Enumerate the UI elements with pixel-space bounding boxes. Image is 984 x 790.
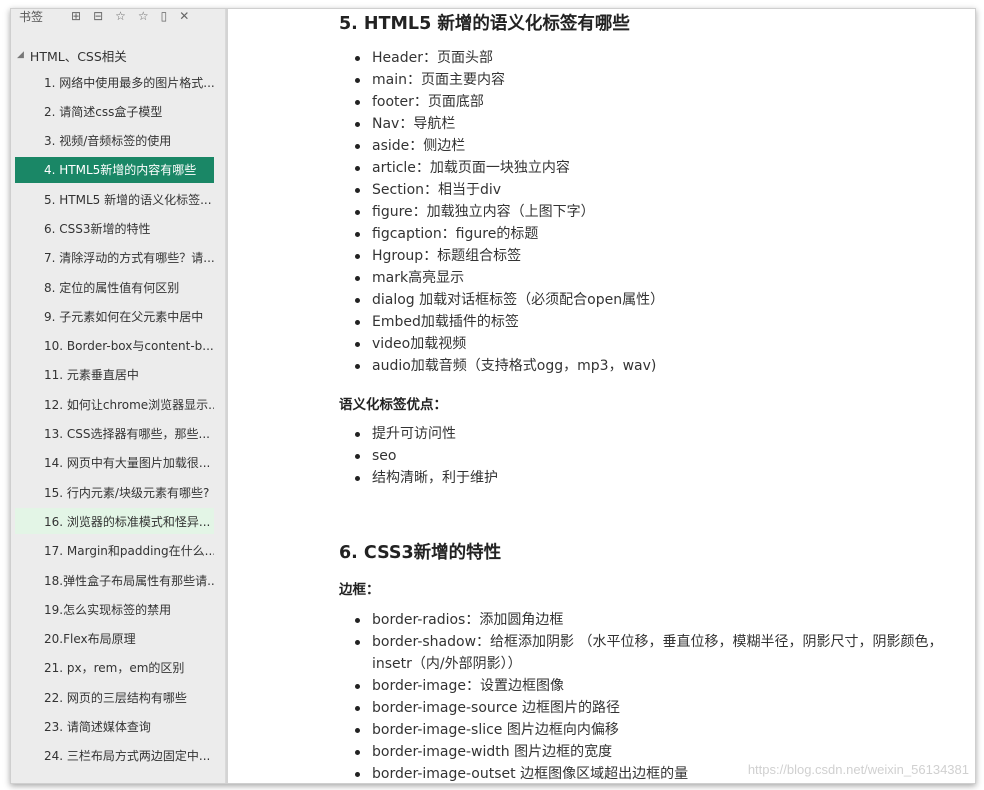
advantages-heading: 语义化标签优点： bbox=[339, 397, 447, 413]
list-item: mark高亮显示 bbox=[339, 267, 664, 289]
list-item: Header：页面头部 bbox=[339, 47, 664, 69]
sidebar-item[interactable]: 21. px，rem，em的区别 bbox=[15, 655, 214, 681]
sidebar-item[interactable]: 3. 视频/音频标签的使用 bbox=[15, 128, 214, 154]
list-item: border-shadow：给框添加阴影 （水平位移，垂直位移，模糊半径，阴影尺… bbox=[339, 631, 951, 675]
sidebar-item[interactable]: 16. 浏览器的标准模式和怪异... bbox=[15, 508, 214, 535]
sidebar-item[interactable]: 5. HTML5 新增的语义化标签... bbox=[15, 186, 214, 212]
expand-caret-icon[interactable]: ◢ bbox=[17, 50, 24, 60]
bookmark-icon[interactable]: ☆ bbox=[115, 10, 126, 22]
sidebar-title: 书签 bbox=[19, 9, 44, 24]
list-item: video加载视频 bbox=[339, 333, 664, 355]
section6-heading: 6. CSS3新增的特性 bbox=[339, 543, 502, 563]
list-item: dialog 加载对话框标签（必须配合open属性） bbox=[339, 289, 664, 311]
sidebar-item[interactable]: 9. 子元素如何在父元素中居中 bbox=[15, 303, 214, 329]
border-list: border-radios：添加圆角边框 border-shadow：给框添加阴影… bbox=[339, 609, 951, 783]
sidebar-item[interactable]: 13. CSS选择器有哪些，那些... bbox=[15, 421, 214, 447]
list-item: border-image-source 边框图片的路径 bbox=[339, 697, 951, 719]
sidebar-item[interactable]: 4. HTML5新增的内容有哪些 bbox=[15, 156, 214, 183]
border-heading: 边框： bbox=[339, 582, 380, 598]
list-item: Embed加载插件的标签 bbox=[339, 311, 664, 333]
list-item: Nav：导航栏 bbox=[339, 113, 664, 135]
sidebar-item[interactable]: 18.弹性盒子布局属性有那些请... bbox=[15, 567, 214, 593]
sidebar-toolbar: 书签 ⊞ ⊟ ☆ ☆ ▯ ✕ bbox=[11, 9, 226, 24]
document-content: 5. HTML5 新增的语义化标签有哪些 Header：页面头部 main：页面主… bbox=[228, 9, 975, 783]
list-item: main：页面主要内容 bbox=[339, 69, 664, 91]
sidebar-item[interactable]: 19.怎么实现标签的禁用 bbox=[15, 596, 214, 622]
sidebar-item[interactable]: 7. 清除浮动的方式有哪些？请... bbox=[15, 245, 214, 271]
bookmarks-sidebar: 书签 ⊞ ⊟ ☆ ☆ ▯ ✕ ◢ HTML、CSS相关 1. 网络中使用最多的图… bbox=[11, 9, 226, 783]
watermark: https://blog.csdn.net/weixin_56134381 bbox=[747, 762, 969, 777]
sidebar-item[interactable]: 20.Flex布局原理 bbox=[15, 626, 214, 652]
section5-heading: 5. HTML5 新增的语义化标签有哪些 bbox=[339, 14, 630, 34]
document-icon[interactable]: ▯ bbox=[161, 10, 168, 22]
list-item: aside：侧边栏 bbox=[339, 135, 664, 157]
section5-list: Header：页面头部 main：页面主要内容 footer：页面底部 Nav：导航栏… bbox=[339, 47, 664, 377]
sidebar-item[interactable]: 11. 元素垂直居中 bbox=[15, 362, 214, 388]
sidebar-item[interactable]: 1. 网络中使用最多的图片格式... bbox=[15, 69, 214, 95]
add-bookmark-icon[interactable]: ⊞ bbox=[71, 10, 81, 22]
app-window: 书签 ⊞ ⊟ ☆ ☆ ▯ ✕ ◢ HTML、CSS相关 1. 网络中使用最多的图… bbox=[10, 8, 976, 784]
sidebar-item[interactable]: 23. 请简述媒体查询 bbox=[15, 714, 214, 740]
bookmark-list: 1. 网络中使用最多的图片格式... 2. 请简述css盒子模型 3. 视频/音频标… bbox=[15, 69, 214, 772]
sidebar-item[interactable]: 10. Border-box与content-b... bbox=[15, 333, 214, 359]
list-item: 提升可访问性 bbox=[339, 423, 498, 445]
sidebar-item[interactable]: 24. 三栏布局方式两边固定中... bbox=[15, 743, 214, 769]
list-item: figure：加载独立内容（上图下字） bbox=[339, 201, 664, 223]
list-item: footer：页面底部 bbox=[339, 91, 664, 113]
sidebar-item[interactable]: 17. Margin和padding在什么... bbox=[15, 538, 214, 564]
sidebar-item[interactable]: 6. CSS3新增的特性 bbox=[15, 215, 214, 241]
list-item: Hgroup：标题组合标签 bbox=[339, 245, 664, 267]
list-item: border-image-slice 图片边框向内偏移 bbox=[339, 719, 951, 741]
list-item: audio加载音频（支持格式ogg，mp3，wav) bbox=[339, 355, 664, 377]
sidebar-item[interactable]: 8. 定位的属性值有何区别 bbox=[15, 274, 214, 300]
list-item: border-radios：添加圆角边框 bbox=[339, 609, 951, 631]
list-item: article：加载页面一块独立内容 bbox=[339, 157, 664, 179]
list-item: border-image：设置边框图像 bbox=[339, 675, 951, 697]
list-item: Section：相当于div bbox=[339, 179, 664, 201]
sidebar-item[interactable]: 14. 网页中有大量图片加载很... bbox=[15, 450, 214, 476]
close-icon[interactable]: ✕ bbox=[179, 10, 189, 22]
remove-bookmark-icon[interactable]: ⊟ bbox=[93, 10, 103, 22]
list-item: figcaption：figure的标题 bbox=[339, 223, 664, 245]
tree-root-node[interactable]: ◢ HTML、CSS相关 bbox=[17, 45, 127, 65]
tree-root-label: HTML、CSS相关 bbox=[29, 48, 127, 64]
sidebar-item[interactable]: 2. 请简述css盒子模型 bbox=[15, 98, 214, 124]
list-item: border-image-width 图片边框的宽度 bbox=[339, 741, 951, 763]
advantages-list: 提升可访问性 seo 结构清晰，利于维护 bbox=[339, 423, 498, 489]
list-item: 结构清晰，利于维护 bbox=[339, 467, 498, 489]
sidebar-item[interactable]: 15. 行内元素/块级元素有哪些? bbox=[15, 479, 214, 505]
sidebar-item[interactable]: 12. 如何让chrome浏览器显示... bbox=[15, 391, 214, 417]
bookmark-outline-icon[interactable]: ☆ bbox=[138, 10, 149, 22]
list-item: seo bbox=[339, 445, 498, 467]
sidebar-item[interactable]: 22. 网页的三层结构有哪些 bbox=[15, 684, 214, 710]
